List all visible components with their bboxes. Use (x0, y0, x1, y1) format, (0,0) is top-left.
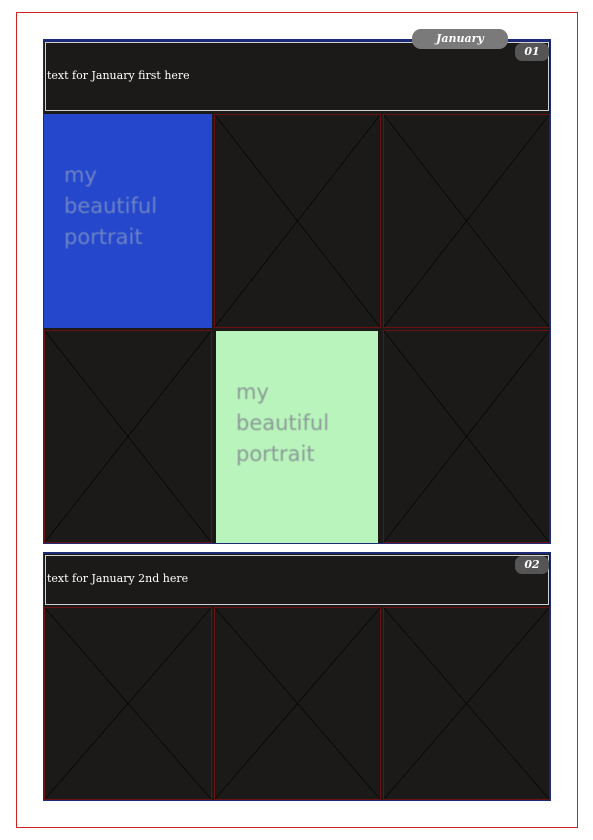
image-placeholder-cell[interactable] (383, 607, 550, 800)
portrait-caption-1: my beautiful portrait (64, 160, 157, 253)
placeholder-cross-icon (384, 115, 549, 327)
day-header-1: text for January first here (45, 42, 549, 111)
image-placeholder-cell[interactable] (383, 114, 550, 328)
placeholder-cross-icon (45, 331, 211, 542)
day-header-2: text for January 2nd here (45, 555, 549, 605)
image-placeholder-cell[interactable] (44, 330, 212, 543)
portrait-caption-line: my (236, 380, 269, 404)
day-number-badge-2: 02 (515, 556, 549, 574)
month-tab: January (412, 29, 508, 49)
day-number-badge-1: 01 (515, 43, 549, 61)
portrait-photo-2[interactable]: my beautiful portrait (216, 331, 378, 543)
portrait-caption-2: my beautiful portrait (236, 377, 329, 470)
placeholder-cross-icon (384, 608, 549, 799)
image-placeholder-cell[interactable] (214, 114, 381, 328)
day-text-1: text for January first here (47, 69, 190, 82)
image-placeholder-cell[interactable] (44, 607, 212, 800)
placeholder-cross-icon (45, 608, 211, 799)
placeholder-cross-icon (215, 115, 380, 327)
placeholder-cross-icon (215, 608, 380, 799)
day-text-2: text for January 2nd here (47, 572, 189, 585)
portrait-caption-line: portrait (236, 442, 315, 466)
portrait-caption-line: beautiful (236, 411, 330, 435)
portrait-caption-line: my (64, 163, 97, 187)
portrait-caption-line: beautiful (64, 194, 158, 218)
portrait-caption-line: portrait (64, 225, 143, 249)
image-placeholder-cell[interactable] (383, 330, 550, 543)
image-placeholder-cell[interactable] (214, 607, 381, 800)
placeholder-cross-icon (384, 331, 549, 542)
portrait-photo-1[interactable]: my beautiful portrait (44, 114, 212, 328)
